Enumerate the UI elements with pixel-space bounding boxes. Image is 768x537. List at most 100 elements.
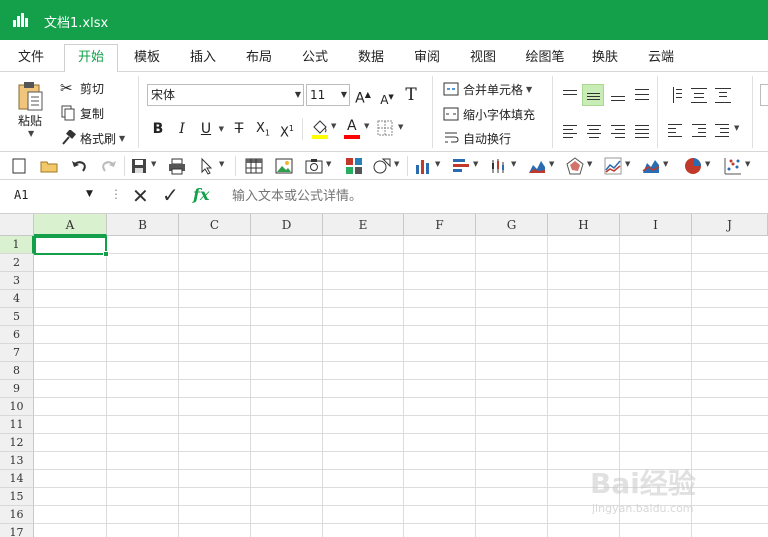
merge-cells-button[interactable]: 合并单元格 ▼ — [443, 79, 532, 99]
name-box[interactable]: A1 — [14, 188, 28, 202]
chevron-down-icon[interactable]: ▼ — [331, 122, 336, 130]
align-middle-button[interactable] — [582, 84, 604, 106]
chevron-down-icon[interactable]: ▼ — [119, 134, 125, 143]
formula-input[interactable] — [232, 184, 752, 208]
area-line-chart-icon[interactable] — [642, 157, 660, 175]
area-chart-icon[interactable] — [528, 157, 546, 175]
cell-padding-button[interactable] — [712, 84, 734, 106]
undo-icon[interactable] — [70, 157, 88, 175]
italic-button[interactable]: I — [172, 118, 192, 140]
tab-formulas[interactable]: 公式 — [292, 46, 338, 72]
column-chart-icon[interactable] — [414, 157, 432, 175]
decrease-indent-button[interactable] — [664, 119, 686, 141]
chevron-down-icon[interactable]: ▼ — [511, 160, 516, 168]
column-header[interactable]: F — [404, 214, 476, 236]
tab-home[interactable]: 开始 — [64, 44, 118, 73]
format-painter-button[interactable]: 格式刷 ▼ — [60, 128, 125, 148]
chevron-down-icon[interactable]: ▼ — [151, 160, 156, 168]
tab-draw[interactable]: 绘图笔 — [516, 46, 574, 72]
chevron-down-icon[interactable]: ▼ — [625, 160, 630, 168]
row-header[interactable]: 13 — [0, 452, 34, 470]
chevron-down-icon[interactable]: ▼ — [549, 160, 554, 168]
tab-data[interactable]: 数据 — [348, 46, 394, 72]
chevron-down-icon[interactable]: ▼ — [473, 160, 478, 168]
wrap-text-button[interactable]: 自动换行 — [443, 128, 511, 148]
column-header[interactable]: E — [323, 214, 404, 236]
row-header[interactable]: 15 — [0, 488, 34, 506]
stock-chart-icon[interactable] — [490, 157, 508, 175]
column-header[interactable]: I — [620, 214, 692, 236]
cut-button[interactable]: ✂ 剪切 — [60, 78, 104, 98]
active-cell[interactable] — [34, 236, 107, 255]
select-all-corner[interactable] — [0, 214, 34, 236]
align-top-button[interactable] — [559, 84, 581, 106]
image-icon[interactable] — [275, 157, 293, 175]
tab-insert[interactable]: 插入 — [180, 46, 226, 72]
more-options-icon[interactable]: ⋮ — [110, 187, 122, 201]
align-right-button[interactable] — [607, 119, 629, 141]
row-header[interactable]: 9 — [0, 380, 34, 398]
row-header[interactable]: 4 — [0, 290, 34, 308]
confirm-icon[interactable]: ✓ — [162, 183, 179, 207]
tab-cloud[interactable]: 云端 — [638, 46, 684, 72]
row-header[interactable]: 2 — [0, 254, 34, 272]
pie-chart-icon[interactable] — [684, 157, 702, 175]
borders-button[interactable]: ▼ — [377, 120, 407, 140]
fill-handle[interactable] — [103, 251, 109, 257]
copy-button[interactable]: 复制 — [60, 103, 104, 123]
chevron-down-icon[interactable]: ▼ — [705, 160, 710, 168]
cancel-icon[interactable]: ✕ — [132, 184, 149, 208]
font-color-button[interactable]: A ▼ — [344, 118, 372, 140]
chevron-down-icon[interactable]: ▼ — [219, 118, 224, 140]
radar-chart-icon[interactable] — [566, 157, 584, 175]
text-direction-button[interactable] — [688, 84, 710, 106]
chevron-down-icon[interactable]: ▼ — [435, 160, 440, 168]
align-left-button[interactable] — [559, 119, 581, 141]
chevron-down-icon[interactable]: ▼ — [394, 160, 399, 168]
bold-button[interactable]: B — [148, 118, 168, 140]
tab-templates[interactable]: 模板 — [124, 46, 170, 72]
print-icon[interactable] — [168, 157, 186, 175]
tab-review[interactable]: 审阅 — [404, 46, 450, 72]
row-header[interactable]: 17 — [0, 524, 34, 537]
column-header[interactable]: D — [251, 214, 323, 236]
font-name-select[interactable]: 宋体 ▼ — [147, 84, 304, 106]
chevron-down-icon[interactable]: ▼ — [28, 129, 34, 138]
pivot-table-icon[interactable] — [345, 157, 363, 175]
row-header[interactable]: 12 — [0, 434, 34, 452]
chevron-down-icon[interactable]: ▼ — [734, 124, 739, 132]
tab-skin[interactable]: 换肤 — [582, 46, 628, 72]
chevron-down-icon[interactable]: ▼ — [86, 189, 93, 199]
tab-file[interactable]: 文件 — [8, 46, 54, 72]
line-chart-icon[interactable] — [604, 157, 622, 175]
screenshot-icon[interactable] — [305, 157, 323, 175]
column-header[interactable]: C — [179, 214, 251, 236]
row-header[interactable]: 5 — [0, 308, 34, 326]
bar-chart-icon[interactable] — [452, 157, 470, 175]
column-header[interactable]: A — [34, 214, 107, 236]
chevron-down-icon[interactable]: ▼ — [219, 160, 224, 168]
align-bottom-button[interactable] — [607, 84, 629, 106]
justify-vertical-button[interactable] — [631, 84, 653, 106]
save-icon[interactable] — [130, 157, 148, 175]
tab-view[interactable]: 视图 — [460, 46, 506, 72]
chevron-down-icon[interactable]: ▼ — [398, 123, 403, 131]
cursor-icon[interactable] — [198, 157, 216, 175]
row-header[interactable]: 7 — [0, 344, 34, 362]
scatter-chart-icon[interactable] — [724, 157, 742, 175]
underline-button[interactable]: U ▼ — [196, 118, 224, 140]
chevron-down-icon[interactable]: ▼ — [745, 160, 750, 168]
number-format-select[interactable] — [760, 84, 768, 106]
subscript-button[interactable]: X1 — [253, 118, 273, 140]
shrink-to-fit-button[interactable]: 缩小字体填充 — [443, 104, 535, 124]
chevron-down-icon[interactable]: ▼ — [364, 122, 369, 130]
tab-layout[interactable]: 布局 — [236, 46, 282, 72]
redo-icon[interactable] — [100, 157, 118, 175]
clear-format-button[interactable]: T — [401, 84, 421, 106]
row-header[interactable]: 10 — [0, 398, 34, 416]
column-header[interactable]: B — [107, 214, 179, 236]
superscript-button[interactable]: X1 — [277, 118, 297, 140]
vertical-text-button[interactable] — [664, 84, 686, 106]
increase-font-button[interactable]: A▲ — [353, 84, 373, 107]
new-file-icon[interactable] — [10, 157, 28, 175]
